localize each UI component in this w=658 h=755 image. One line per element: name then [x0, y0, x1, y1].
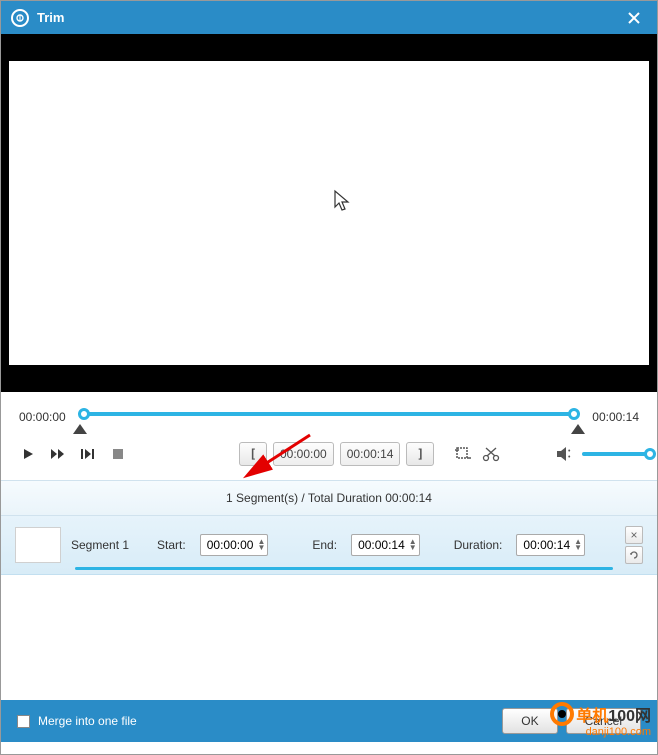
- ok-button[interactable]: OK: [502, 708, 557, 734]
- merge-label: Merge into one file: [38, 714, 137, 728]
- volume-slider[interactable]: [582, 452, 652, 456]
- timeline-track[interactable]: [80, 404, 579, 430]
- cut-icon[interactable]: [482, 445, 500, 463]
- segment-thumbnail: [15, 527, 61, 563]
- crop-icon[interactable]: [454, 445, 472, 463]
- window-title: Trim: [37, 10, 621, 25]
- stop-button[interactable]: [109, 445, 127, 463]
- blank-area: [1, 575, 657, 700]
- out-marker[interactable]: [571, 424, 585, 434]
- restore-segment-button[interactable]: [625, 546, 643, 564]
- cancel-button[interactable]: Cancel: [566, 708, 641, 734]
- timeline: 00:00:00 00:00:14: [1, 392, 657, 436]
- in-time-display[interactable]: 00:00:00: [273, 442, 334, 466]
- svg-text:•: •: [568, 454, 571, 461]
- close-button[interactable]: [621, 11, 647, 25]
- app-icon: [11, 9, 29, 27]
- set-out-point-button[interactable]: ]: [406, 442, 434, 466]
- segment-row[interactable]: Segment 1 Start: 00:00:00 ▲▼ End: 00:00:…: [1, 516, 657, 575]
- footer: Merge into one file OK Cancel: [1, 700, 657, 742]
- segment-start-input[interactable]: 00:00:00 ▲▼: [200, 534, 269, 556]
- timeline-playhead-start[interactable]: [78, 408, 90, 420]
- in-marker[interactable]: [73, 424, 87, 434]
- fast-forward-button[interactable]: [49, 445, 67, 463]
- segment-duration-input[interactable]: 00:00:14 ▲▼: [516, 534, 585, 556]
- segment-progress: [75, 567, 613, 570]
- merge-checkbox[interactable]: [17, 715, 30, 728]
- segment-name: Segment 1: [71, 538, 129, 552]
- duration-label: Duration:: [454, 538, 503, 552]
- next-frame-button[interactable]: [79, 445, 97, 463]
- cursor-icon: [333, 189, 351, 213]
- segment-end-input[interactable]: 00:00:14 ▲▼: [351, 534, 420, 556]
- video-preview-area: [1, 34, 657, 392]
- playback-controls: [ 00:00:00 00:00:14 ] ••: [1, 436, 657, 480]
- start-label: Start:: [157, 538, 186, 552]
- trim-window: Trim 00:00:00 00:00:14: [0, 0, 658, 755]
- set-in-point-button[interactable]: [: [239, 442, 267, 466]
- end-label: End:: [312, 538, 337, 552]
- out-time-display[interactable]: 00:00:14: [340, 442, 401, 466]
- video-canvas[interactable]: [9, 61, 649, 365]
- remove-segment-button[interactable]: ×: [625, 526, 643, 544]
- volume-handle[interactable]: [644, 448, 656, 460]
- timeline-start-label: 00:00:00: [19, 410, 66, 424]
- titlebar: Trim: [1, 1, 657, 34]
- segment-summary: 1 Segment(s) / Total Duration 00:00:14: [1, 480, 657, 516]
- timeline-playhead-end[interactable]: [568, 408, 580, 420]
- play-button[interactable]: [19, 445, 37, 463]
- volume-icon[interactable]: ••: [556, 445, 574, 463]
- timeline-end-label: 00:00:14: [592, 410, 639, 424]
